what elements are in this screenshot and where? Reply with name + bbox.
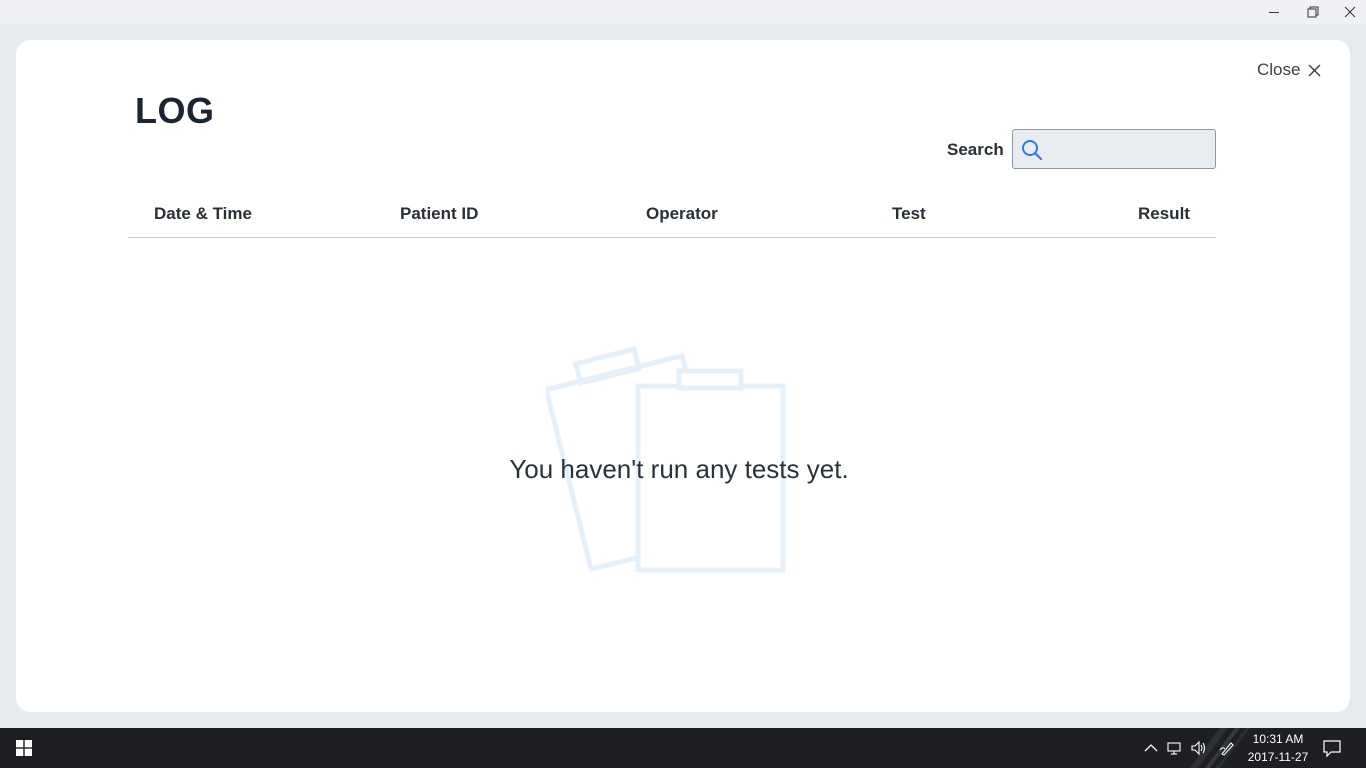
minimize-icon — [1269, 12, 1279, 13]
chevron-up-icon — [1144, 744, 1158, 752]
column-test[interactable]: Test — [892, 204, 926, 224]
minimize-button[interactable] — [1256, 0, 1292, 24]
action-center-icon[interactable] — [1322, 738, 1342, 758]
page-title: LOG — [135, 90, 215, 131]
restore-icon — [1307, 6, 1319, 18]
volume-icon — [1191, 740, 1206, 756]
pen-icon — [1219, 742, 1234, 756]
tray-pen-button[interactable] — [1218, 739, 1236, 757]
tray-network-button[interactable] — [1166, 739, 1184, 757]
close-x-icon — [1308, 64, 1321, 76]
restore-button[interactable] — [1295, 0, 1331, 24]
log-table-header: Date & Time Patient ID Operator Test Res… — [128, 198, 1216, 238]
search-field[interactable] — [1012, 129, 1216, 169]
close-button[interactable]: Close — [1257, 60, 1321, 80]
taskbar: 10:31 AM 2017-11-27 — [0, 728, 1366, 768]
empty-state-message: You haven't run any tests yet. — [509, 454, 849, 484]
windows-logo-icon — [16, 740, 32, 756]
column-result[interactable]: Result — [1138, 204, 1190, 224]
column-date-time[interactable]: Date & Time — [154, 204, 252, 224]
close-label: Close — [1257, 60, 1301, 79]
window-close-button[interactable] — [1332, 0, 1366, 24]
column-patient-id[interactable]: Patient ID — [400, 204, 478, 224]
window-title-bar — [0, 0, 1366, 24]
clock-time: 10:31 AM — [1252, 732, 1304, 746]
network-icon — [1167, 742, 1181, 755]
taskbar-clock[interactable]: 10:31 AM 2017-11-27 — [1240, 730, 1316, 766]
search-input[interactable] — [1051, 134, 1211, 164]
search-icon — [1022, 140, 1043, 161]
log-modal: Close LOG Search Date & Time Patient ID … — [16, 40, 1350, 712]
tray-volume-button[interactable] — [1190, 739, 1208, 757]
start-button[interactable] — [0, 728, 48, 768]
clock-date: 2017-11-27 — [1247, 750, 1309, 764]
column-operator[interactable]: Operator — [646, 204, 718, 224]
close-icon — [1344, 6, 1356, 18]
search-label: Search — [947, 140, 1004, 159]
tray-overflow-button[interactable] — [1142, 739, 1160, 757]
